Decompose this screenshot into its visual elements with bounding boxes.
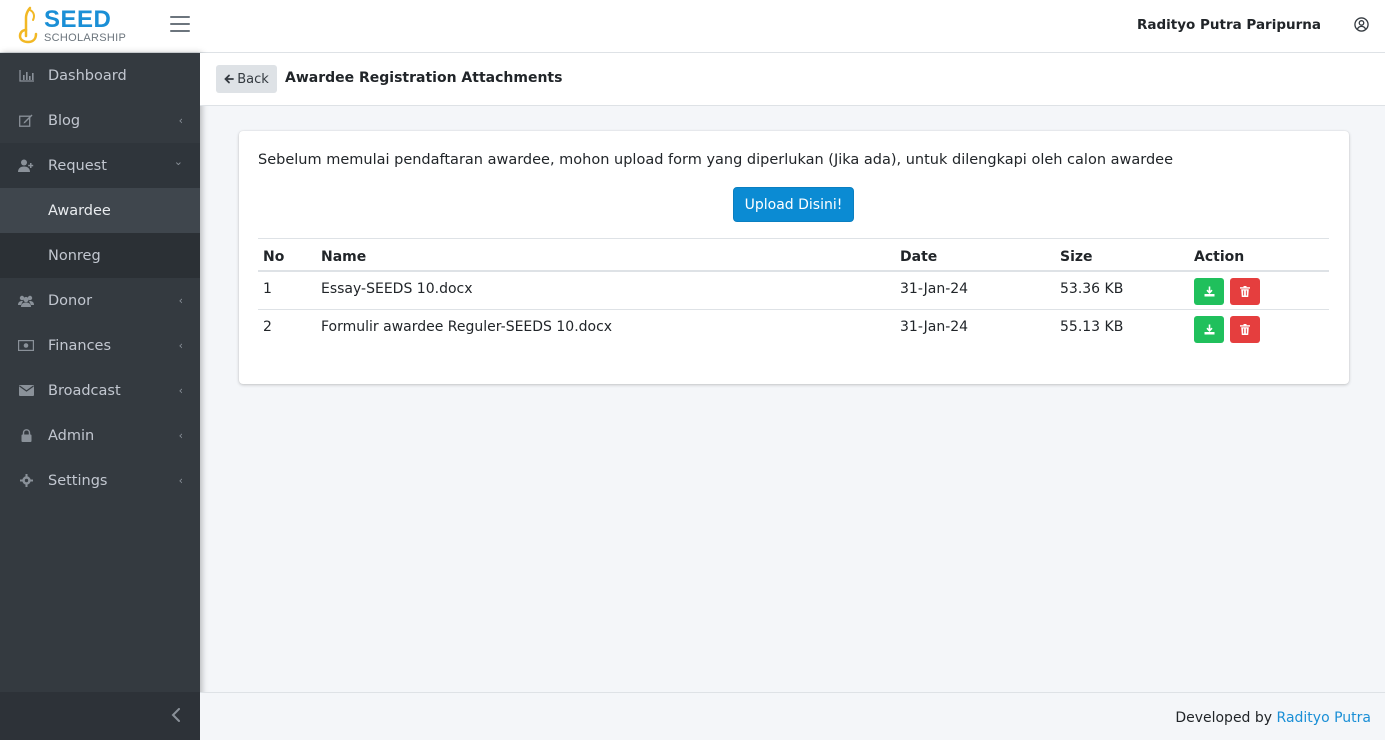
cell-no: 2 xyxy=(258,309,316,349)
sidebar-item-admin[interactable]: Admin ‹ xyxy=(0,413,200,458)
footer-prefix: Developed by xyxy=(1175,710,1277,726)
cell-name: Essay-SEEDS 10.docx xyxy=(321,280,473,297)
back-button[interactable]: Back xyxy=(216,65,277,93)
sidebar-item-label: Dashboard xyxy=(48,67,127,84)
cell-no: 1 xyxy=(263,280,272,297)
sidebar-item-settings[interactable]: Settings ‹ xyxy=(0,458,200,503)
cell-action xyxy=(1189,271,1329,310)
seed-logo-icon xyxy=(18,6,38,44)
sidebar-footer xyxy=(0,692,200,740)
sidebar-item-label: Donor xyxy=(48,292,93,309)
attachments-table: No Name Date Size Action 1 Essay-SEEDS 1… xyxy=(258,238,1329,349)
table-row: 2 Formulir awardee Reguler-SEEDS 10.docx… xyxy=(258,309,1329,349)
sidebar-item-label: Broadcast xyxy=(48,382,121,399)
download-icon xyxy=(1204,324,1214,335)
edit-icon xyxy=(18,114,34,128)
top-navbar: SEED SCHOLARSHIP Radityo Putra Paripurna xyxy=(0,0,1385,53)
trash-icon xyxy=(1240,324,1250,335)
cell-size: 53.36 KB xyxy=(1060,280,1124,297)
sidebar-item-label: Blog xyxy=(48,112,81,129)
money-icon xyxy=(18,339,34,353)
page-footer: Developed by Radityo Putra xyxy=(200,692,1385,740)
cell-action xyxy=(1189,309,1329,349)
column-header-size: Size xyxy=(1055,238,1189,272)
download-button[interactable] xyxy=(1194,316,1224,343)
column-header-no: No xyxy=(258,238,316,272)
content-header: Back Awardee Registration Attachments xyxy=(200,53,1385,106)
sidebar-subitem-label: Nonreg xyxy=(48,247,101,264)
cell-date: 31-Jan-24 xyxy=(900,280,969,297)
chevron-left-icon: ‹ xyxy=(178,474,183,487)
delete-button[interactable] xyxy=(1230,316,1260,343)
lock-icon xyxy=(18,429,34,443)
brand-subtitle: SCHOLARSHIP xyxy=(44,32,127,44)
sidebar-item-request[interactable]: Request ⌄ xyxy=(0,143,200,188)
sidebar-subitem-label: Awardee xyxy=(48,202,111,219)
chevron-left-icon: ‹ xyxy=(178,384,183,397)
developer-link[interactable]: Radityo Putra xyxy=(1277,710,1371,726)
envelope-icon xyxy=(18,384,34,398)
sidebar-item-dashboard[interactable]: Dashboard xyxy=(0,53,200,98)
cell-size: 55.13 KB xyxy=(1055,309,1189,349)
sidebar-item-donor[interactable]: Donor ‹ xyxy=(0,278,200,323)
chevron-left-icon: ‹ xyxy=(178,294,183,307)
download-icon xyxy=(1204,286,1214,296)
sidebar-item-label: Settings xyxy=(48,472,108,489)
bar-chart-icon xyxy=(18,69,34,83)
sidebar-item-label: Request xyxy=(48,157,107,174)
sidebar-subitem-nonreg[interactable]: Nonreg xyxy=(0,233,200,278)
user-circle-icon[interactable] xyxy=(1354,17,1369,32)
column-header-action: Action xyxy=(1189,238,1329,272)
chevron-left-icon: ‹ xyxy=(178,429,183,442)
collapse-sidebar-icon[interactable] xyxy=(170,708,182,722)
chevron-left-icon: ‹ xyxy=(178,114,183,127)
user-name[interactable]: Radityo Putra Paripurna xyxy=(1137,17,1321,33)
footer-credit: Developed by Radityo Putra xyxy=(1175,710,1371,726)
gear-icon xyxy=(18,474,34,488)
cell-date: 31-Jan-24 xyxy=(895,309,1055,349)
upload-button[interactable]: Upload Disini! xyxy=(733,187,854,222)
cell-name: Formulir awardee Reguler-SEEDS 10.docx xyxy=(316,309,895,349)
attachments-card: Sebelum memulai pendaftaran awardee, moh… xyxy=(239,131,1349,384)
column-header-name: Name xyxy=(316,238,895,272)
chevron-down-icon: ⌄ xyxy=(173,155,183,168)
sidebar-item-label: Admin xyxy=(48,427,95,444)
instruction-text: Sebelum memulai pendaftaran awardee, moh… xyxy=(258,152,1174,168)
arrow-left-icon xyxy=(224,74,235,84)
table-header-row: No Name Date Size Action xyxy=(258,238,1329,272)
chevron-left-icon: ‹ xyxy=(178,339,183,352)
brand-name: SEED xyxy=(44,6,112,33)
sidebar-item-finances[interactable]: Finances ‹ xyxy=(0,323,200,368)
menu-toggle-icon[interactable] xyxy=(170,16,190,34)
back-button-label: Back xyxy=(237,71,269,87)
column-header-date: Date xyxy=(895,238,1055,272)
user-plus-icon xyxy=(18,159,34,173)
trash-icon xyxy=(1240,285,1250,297)
sidebar-item-blog[interactable]: Blog ‹ xyxy=(0,98,200,143)
table-row: 1 Essay-SEEDS 10.docx 31-Jan-24 53.36 KB xyxy=(258,271,1329,310)
users-icon xyxy=(18,294,34,308)
page-title: Awardee Registration Attachments xyxy=(285,70,563,86)
sidebar: Dashboard Blog ‹ Request ⌄ Awardee Nonre… xyxy=(0,53,200,740)
download-button[interactable] xyxy=(1194,277,1224,305)
sidebar-subitem-awardee[interactable]: Awardee xyxy=(0,188,200,233)
sidebar-item-label: Finances xyxy=(48,337,112,354)
delete-button[interactable] xyxy=(1230,277,1260,305)
sidebar-item-broadcast[interactable]: Broadcast ‹ xyxy=(0,368,200,413)
